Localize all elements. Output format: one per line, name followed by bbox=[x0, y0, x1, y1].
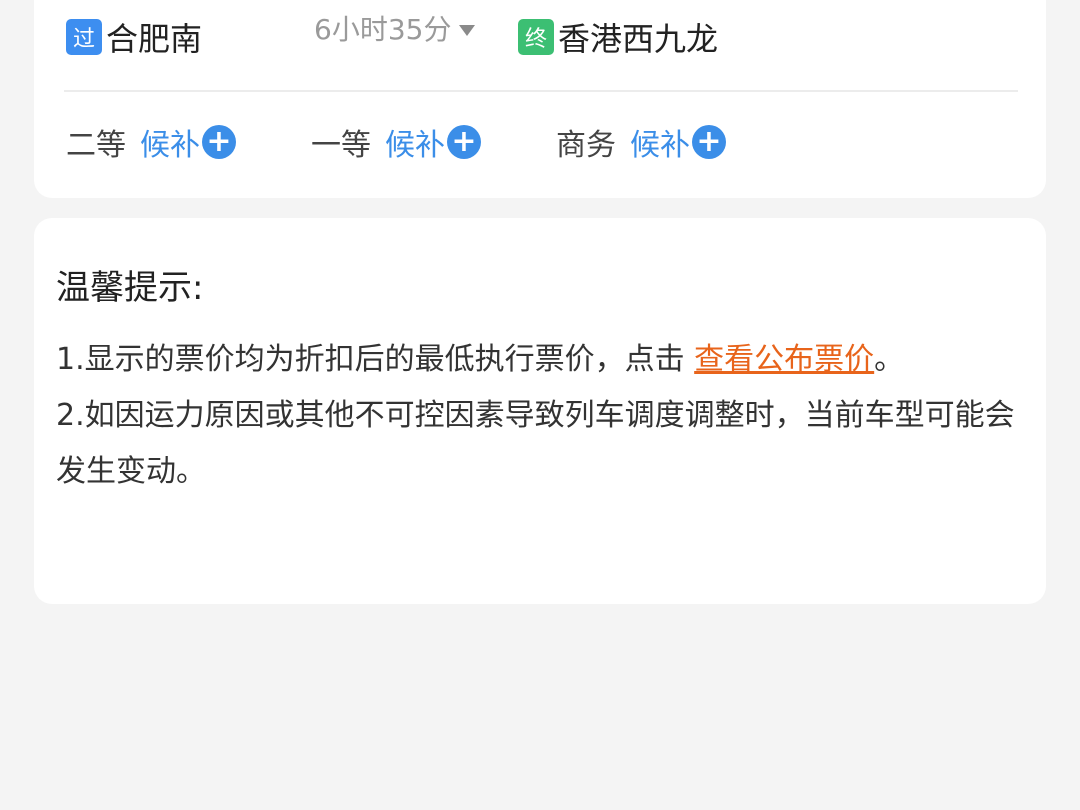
seat-second-class[interactable]: 二等 候补 + bbox=[66, 120, 236, 164]
terminal-tag: 终 bbox=[518, 19, 554, 55]
terminal-station: 终 香港西九龙 bbox=[518, 14, 718, 60]
tip-item-1-end: 。 bbox=[874, 342, 905, 377]
plus-circle-icon[interactable]: + bbox=[202, 125, 236, 159]
duration-toggle[interactable]: 6小时35分 bbox=[314, 8, 476, 48]
train-card[interactable]: 过 合肥南 6小时35分 终 香港西九龙 二等 候补 + 一等 候补 + 商务 … bbox=[34, 0, 1046, 198]
pass-tag: 过 bbox=[66, 19, 102, 55]
seat-business-class[interactable]: 商务 候补 + bbox=[556, 120, 726, 164]
seat-class-label: 商务 bbox=[556, 128, 616, 163]
plus-circle-icon[interactable]: + bbox=[447, 125, 481, 159]
seat-class-label: 二等 bbox=[66, 128, 126, 163]
seat-class-label: 一等 bbox=[311, 128, 371, 163]
tip-item-1: 1.显示的票价均为折扣后的最低执行票价，点击 查看公布票价。 bbox=[56, 332, 1024, 388]
departure-station: 过 合肥南 bbox=[66, 14, 202, 60]
duration-text: 6小时35分 bbox=[314, 13, 452, 46]
seat-first-class[interactable]: 一等 候补 + bbox=[311, 120, 481, 164]
station-row: 过 合肥南 6小时35分 终 香港西九龙 bbox=[66, 8, 1014, 68]
tips-body: 1.显示的票价均为折扣后的最低执行票价，点击 查看公布票价。 2.如因运力原因或… bbox=[56, 332, 1024, 500]
caret-down-icon bbox=[459, 24, 476, 36]
tip-item-2: 2.如因运力原因或其他不可控因素导致列车调度调整时，当前车型可能会发生变动。 bbox=[56, 398, 1015, 489]
waitlist-label: 候补 bbox=[385, 128, 445, 163]
waitlist-label: 候补 bbox=[140, 128, 200, 163]
tips-card: 温馨提示: 1.显示的票价均为折扣后的最低执行票价，点击 查看公布票价。 2.如… bbox=[34, 218, 1046, 604]
view-published-fare-link[interactable]: 查看公布票价 bbox=[694, 342, 874, 377]
tips-title: 温馨提示: bbox=[56, 268, 204, 308]
tip-item-1-text: 1.显示的票价均为折扣后的最低执行票价，点击 bbox=[56, 342, 695, 377]
terminal-station-name: 香港西九龙 bbox=[558, 20, 719, 58]
plus-circle-icon[interactable]: + bbox=[692, 125, 726, 159]
divider bbox=[64, 90, 1018, 92]
waitlist-label: 候补 bbox=[630, 128, 690, 163]
departure-station-name: 合肥南 bbox=[106, 20, 203, 58]
